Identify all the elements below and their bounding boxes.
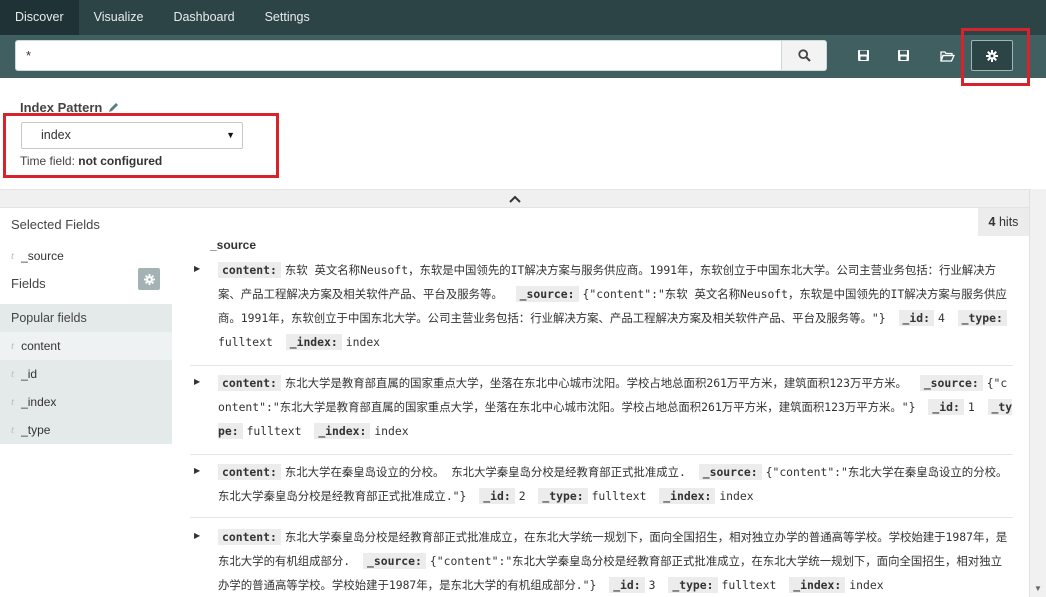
value-id: 4 — [937, 311, 945, 325]
value-content: 东北大学在秦皇岛设立的分校。 东北大学秦皇岛分校是经教育部正式批准成立. — [284, 465, 686, 479]
source-column-header: _source — [210, 238, 257, 252]
key-source: _source: — [515, 286, 579, 302]
string-type-icon: t — [11, 250, 15, 262]
key-id: _id: — [609, 577, 645, 593]
expand-caret-icon[interactable]: ▶ — [194, 377, 200, 386]
expand-caret-icon[interactable]: ▶ — [194, 264, 200, 273]
popular-field-content[interactable]: t content — [0, 332, 172, 360]
tab-discover[interactable]: Discover — [0, 0, 79, 35]
value-index: index — [849, 578, 884, 592]
value-id: 2 — [518, 489, 526, 503]
value-type: fulltext — [246, 424, 302, 438]
time-field-value: not configured — [78, 154, 163, 168]
index-pattern-select[interactable]: index ▼ — [21, 122, 243, 149]
value-content: 东北大学是教育部直属的国家重点大学，坐落在东北中心城市沈阳。学校占地总面积261… — [284, 376, 907, 390]
caret-down-icon: ▼ — [226, 130, 235, 140]
collapse-toggle[interactable] — [0, 189, 1029, 208]
popular-field-index[interactable]: t _index — [0, 388, 172, 416]
field-name: _id — [21, 367, 38, 381]
search-icon — [797, 49, 811, 62]
key-type: _type: — [538, 488, 588, 504]
key-index: _index: — [285, 334, 342, 350]
hits-count: 4 hits — [978, 208, 1029, 236]
field-name: _index — [21, 395, 57, 409]
tab-settings[interactable]: Settings — [250, 0, 325, 35]
field-settings-button[interactable] — [138, 268, 160, 290]
hits-label: hits — [998, 215, 1019, 229]
index-pattern-title: Index Pattern — [20, 100, 103, 115]
key-index: _index: — [314, 423, 371, 439]
key-content: content: — [218, 375, 281, 391]
key-index: _index: — [659, 488, 716, 504]
search-input[interactable]: * — [15, 40, 782, 71]
results-scrollbar[interactable]: ▼ — [1029, 189, 1046, 597]
key-source: _source: — [698, 464, 762, 480]
key-content: content: — [218, 262, 281, 278]
index-pattern-header: Index Pattern — [20, 100, 119, 115]
string-type-icon: t — [11, 368, 15, 380]
expand-caret-icon[interactable]: ▶ — [194, 466, 200, 475]
document-row: ▶ content: 东北大学在秦皇岛设立的分校。 东北大学秦皇岛分校是经教育部正… — [190, 460, 1013, 518]
field-name: _source — [21, 249, 64, 263]
fields-section: Fields — [0, 268, 172, 304]
key-index: _index: — [789, 577, 846, 593]
time-field-label: Time field: — [20, 154, 75, 168]
fields-title: Fields — [11, 276, 46, 291]
value-id: 1 — [967, 400, 975, 414]
new-document-icon — [857, 50, 869, 61]
save-search-button[interactable] — [886, 40, 920, 71]
search-button[interactable] — [782, 40, 827, 71]
gear-icon — [143, 273, 155, 285]
popular-field-id[interactable]: t _id — [0, 360, 172, 388]
key-content: content: — [218, 464, 281, 480]
popular-field-type[interactable]: t _type — [0, 416, 172, 444]
selected-fields-title: Selected Fields — [11, 217, 100, 232]
key-content: content: — [218, 529, 281, 545]
top-nav: Discover Visualize Dashboard Settings — [0, 0, 1046, 35]
value-index: index — [374, 424, 409, 438]
search-toolbar: * — [0, 35, 1046, 78]
key-id: _id: — [479, 488, 515, 504]
string-type-icon: t — [11, 340, 15, 352]
hits-number: 4 — [988, 215, 996, 229]
key-source: _source: — [919, 375, 983, 391]
string-type-icon: t — [11, 424, 15, 436]
index-pattern-selected: index — [41, 128, 71, 142]
value-type: fulltext — [218, 335, 273, 349]
value-index: index — [719, 489, 754, 503]
document-row: ▶ content: 东北大学是教育部直属的国家重点大学，坐落在东北中心城市沈阳。… — [190, 371, 1013, 455]
key-id: _id: — [928, 399, 964, 415]
save-icon — [897, 50, 909, 61]
key-type: _type: — [668, 577, 718, 593]
document-row: ▶ content: 东软 英文名称Neusoft，东软是中国领先的IT解决方案与… — [190, 258, 1013, 366]
field-name: content — [21, 339, 61, 353]
expand-caret-icon[interactable]: ▶ — [194, 531, 200, 540]
field-sidebar: Selected Fields t _source Fields Popular… — [0, 208, 172, 449]
value-type: fulltext — [591, 489, 647, 503]
highlight-box-settings — [961, 28, 1030, 86]
open-search-button[interactable] — [930, 40, 964, 71]
popular-fields-section: Popular fields t content t _id t _index … — [0, 304, 172, 444]
time-field-info: Time field: not configured — [20, 154, 162, 168]
selected-field-source[interactable]: t _source — [0, 242, 172, 270]
folder-open-icon — [939, 50, 955, 62]
value-index: index — [345, 335, 381, 349]
key-id: _id: — [898, 310, 934, 326]
tab-dashboard[interactable]: Dashboard — [158, 0, 249, 35]
key-type: _type: — [957, 310, 1007, 326]
field-name: _type — [21, 423, 51, 437]
string-type-icon: t — [11, 396, 15, 408]
document-row: ▶ content: 东北大学秦皇岛分校是经教育部正式批准成立，在东北大学统一规划… — [190, 525, 1013, 597]
scroll-down-arrow-icon[interactable]: ▼ — [1034, 584, 1042, 593]
popular-fields-title: Popular fields — [11, 311, 87, 325]
tab-visualize[interactable]: Visualize — [79, 0, 159, 35]
value-type: fulltext — [721, 578, 777, 592]
chevron-up-icon — [508, 195, 521, 203]
new-search-button[interactable] — [846, 40, 880, 71]
pencil-icon[interactable] — [108, 102, 119, 113]
key-source: _source: — [363, 553, 426, 569]
value-id: 3 — [648, 578, 656, 592]
